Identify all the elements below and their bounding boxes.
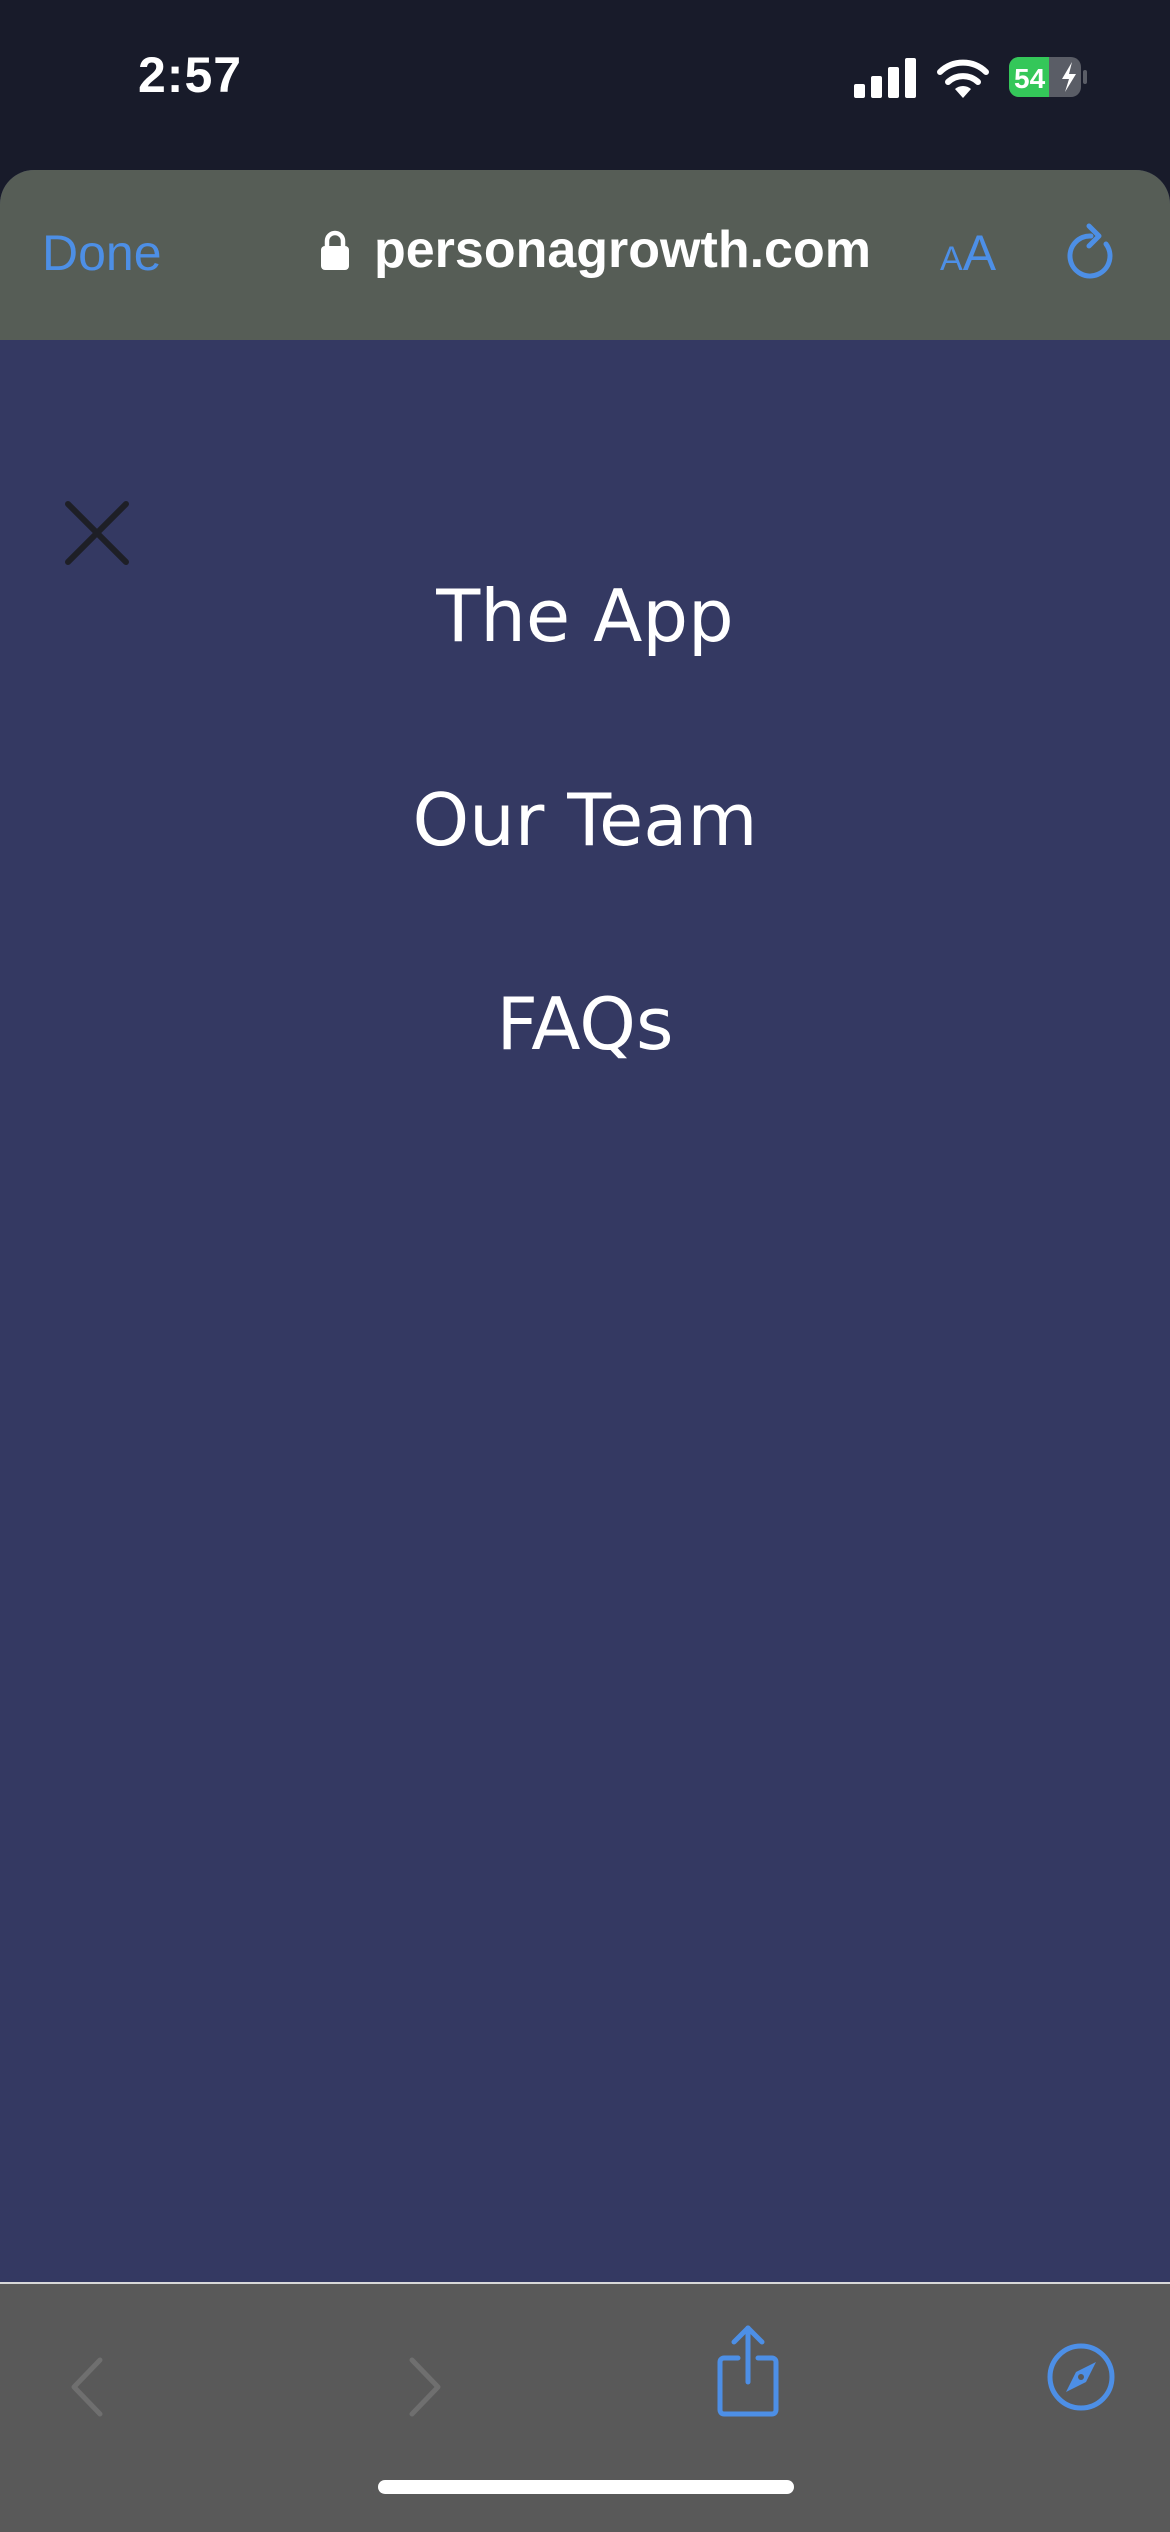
browser-sheet: Done personagrowth.com A A The App Our T… — [0, 170, 1170, 2532]
close-icon[interactable] — [64, 500, 130, 566]
home-indicator — [378, 2480, 794, 2494]
text-size-button[interactable]: A A — [940, 224, 996, 282]
status-bar: 2:57 54 — [0, 0, 1170, 172]
url-text: personagrowth.com — [374, 221, 871, 279]
text-size-small-label: A — [940, 240, 963, 278]
browser-bottom-bar — [0, 2282, 1170, 2532]
url-bar[interactable]: personagrowth.com — [320, 218, 871, 282]
status-time: 2:57 — [138, 47, 243, 103]
back-arrow-icon[interactable] — [66, 2356, 108, 2418]
reload-icon[interactable] — [1062, 222, 1120, 284]
page-content: The App Our Team FAQs — [0, 340, 1170, 2282]
text-size-large-label: A — [962, 225, 997, 281]
wifi-icon — [937, 59, 989, 98]
share-icon[interactable] — [716, 2324, 780, 2420]
forward-arrow-icon[interactable] — [404, 2356, 446, 2418]
lock-icon — [321, 230, 349, 270]
browser-toolbar: Done personagrowth.com A A — [0, 170, 1170, 340]
menu-item-faqs[interactable]: FAQs — [0, 982, 1170, 1066]
signal-icon — [854, 58, 916, 98]
battery-percent: 54 — [1014, 63, 1046, 94]
battery-icon: 54 — [1009, 57, 1087, 97]
compass-icon[interactable] — [1046, 2342, 1116, 2412]
menu-item-the-app[interactable]: The App — [0, 574, 1170, 658]
menu-item-our-team[interactable]: Our Team — [0, 778, 1170, 862]
done-button[interactable]: Done — [42, 224, 162, 282]
